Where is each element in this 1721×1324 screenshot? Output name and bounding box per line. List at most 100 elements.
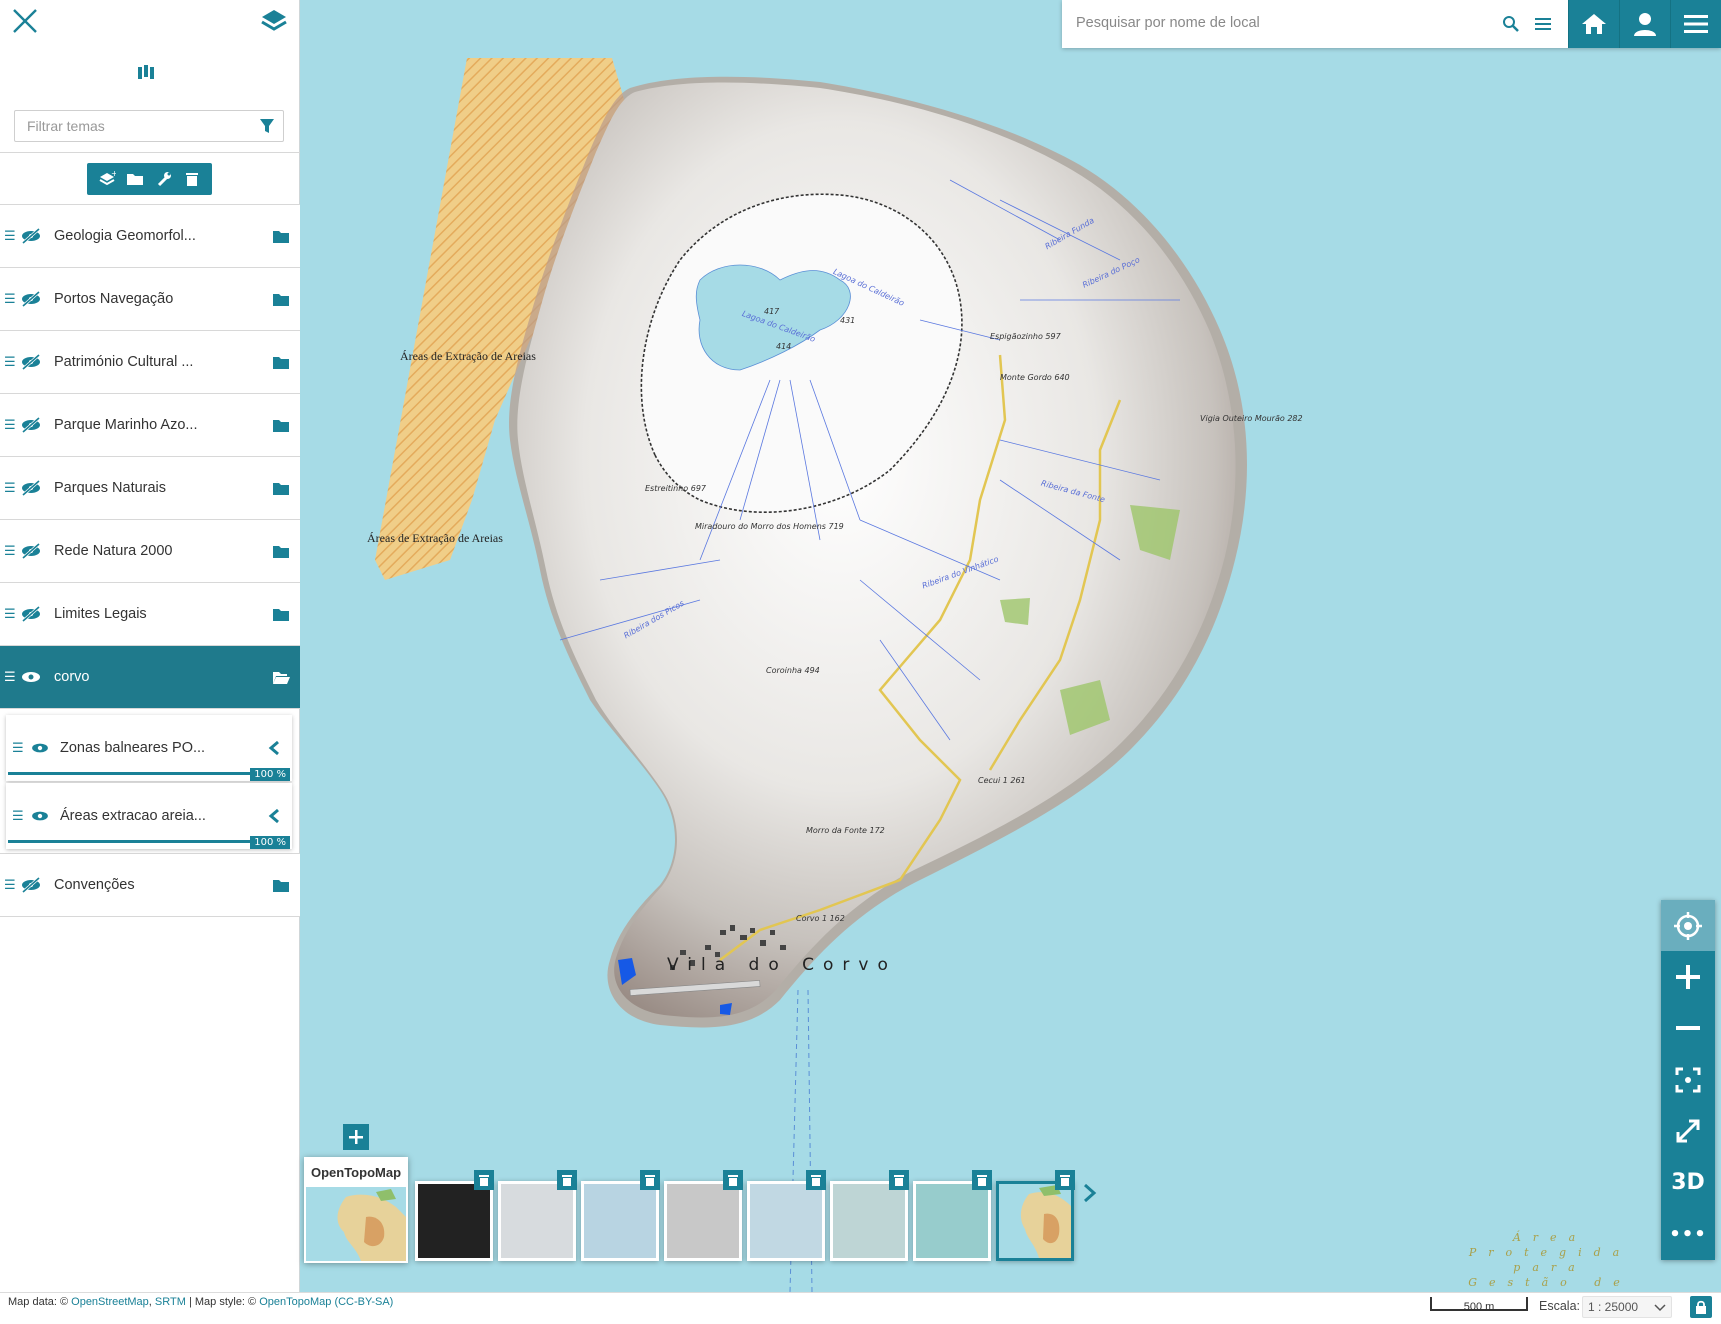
user-button[interactable] <box>1619 0 1670 48</box>
folder-icon[interactable] <box>272 292 290 307</box>
folder-open-icon[interactable] <box>272 670 290 685</box>
eye-icon[interactable] <box>20 669 42 685</box>
divider <box>0 152 300 153</box>
delete-basemap-button[interactable] <box>723 1170 743 1190</box>
layers-icon[interactable] <box>259 6 289 36</box>
eye-hidden-icon[interactable] <box>20 417 42 433</box>
delete-basemap-button[interactable] <box>889 1170 909 1190</box>
opentopomap-link[interactable]: OpenTopoMap <box>259 1296 331 1308</box>
basemap-thumbnail-gray[interactable] <box>664 1170 743 1261</box>
map-icon[interactable] <box>137 64 155 80</box>
drag-handle-icon[interactable]: ☰ <box>4 292 16 305</box>
eye-icon[interactable] <box>30 741 50 755</box>
zoom-out-button[interactable] <box>1661 1003 1715 1054</box>
more-button[interactable]: ••• <box>1661 1208 1715 1259</box>
layer-group-item[interactable]: ☰ Portos Navegação <box>0 268 300 331</box>
drag-handle-icon[interactable]: ☰ <box>12 741 24 754</box>
zoom-extent-button[interactable] <box>1661 1054 1715 1105</box>
search-input[interactable] <box>1062 0 1482 46</box>
folder-icon[interactable] <box>272 355 290 370</box>
eye-icon[interactable] <box>30 809 50 823</box>
srtm-link[interactable]: SRTM <box>155 1296 186 1308</box>
delete-basemap-button[interactable] <box>557 1170 577 1190</box>
lock-icon <box>1696 1300 1706 1314</box>
chevron-left-icon[interactable] <box>268 740 280 756</box>
fullscreen-button[interactable] <box>1661 1106 1715 1157</box>
sublayer-item[interactable]: ☰ Zonas balneares PO... 100 % <box>6 715 292 781</box>
drag-handle-icon[interactable]: ☰ <box>4 670 16 683</box>
basemap-thumbnail-teal[interactable] <box>913 1170 992 1261</box>
chevron-left-icon[interactable] <box>268 808 280 824</box>
drag-handle-icon[interactable]: ☰ <box>4 481 16 494</box>
basemap-name: OpenTopoMap <box>310 1165 402 1180</box>
scale-select[interactable]: 1 : 25000 <box>1582 1296 1672 1318</box>
layer-group-item[interactable]: ☰ Rede Natura 2000 <box>0 520 300 583</box>
add-folder-button[interactable] <box>124 168 146 190</box>
delete-button[interactable] <box>181 168 203 190</box>
drag-handle-icon[interactable]: ☰ <box>12 809 24 822</box>
tools-button[interactable] <box>153 168 175 190</box>
layer-group-item[interactable]: ☰ Património Cultural ... <box>0 331 300 394</box>
folder-icon[interactable] <box>272 481 290 496</box>
delete-basemap-button[interactable] <box>972 1170 992 1190</box>
basemap-thumbnail-light[interactable] <box>498 1170 577 1261</box>
eye-hidden-icon[interactable] <box>20 480 42 496</box>
search-icon[interactable] <box>1502 15 1520 33</box>
zoom-in-button[interactable] <box>1661 951 1715 1002</box>
eye-hidden-icon[interactable] <box>20 291 42 307</box>
search-box[interactable] <box>1062 0 1568 48</box>
layer-group-item[interactable]: ☰ Limites Legais <box>0 583 300 646</box>
delete-basemap-button[interactable] <box>806 1170 826 1190</box>
3d-button[interactable]: 3D <box>1661 1157 1715 1208</box>
locate-button[interactable] <box>1661 900 1715 952</box>
folder-icon[interactable] <box>272 607 290 622</box>
layer-group-item[interactable]: ☰ Parques Naturais <box>0 457 300 520</box>
add-layer-button[interactable]: + <box>96 168 118 190</box>
osm-link[interactable]: OpenStreetMap <box>71 1296 149 1308</box>
drag-handle-icon[interactable]: ☰ <box>4 607 16 620</box>
basemap-thumbnail-blue[interactable] <box>581 1170 660 1261</box>
basemap-thumbnail-teal-light[interactable] <box>830 1170 909 1261</box>
eye-hidden-icon[interactable] <box>20 543 42 559</box>
folder-icon[interactable] <box>272 544 290 559</box>
drag-handle-icon[interactable]: ☰ <box>4 355 16 368</box>
chevron-right-icon[interactable] <box>1082 1182 1098 1204</box>
basemap-thumbnail-selected[interactable] <box>996 1170 1075 1261</box>
lock-button[interactable] <box>1690 1296 1712 1318</box>
basemap-thumbnail-pale[interactable] <box>747 1170 826 1261</box>
eye-hidden-icon[interactable] <box>20 228 42 244</box>
home-button[interactable] <box>1568 0 1619 48</box>
delete-basemap-button[interactable] <box>1055 1170 1075 1190</box>
current-basemap[interactable]: OpenTopoMap <box>304 1157 408 1263</box>
drag-handle-icon[interactable]: ☰ <box>4 418 16 431</box>
delete-basemap-button[interactable] <box>640 1170 660 1190</box>
basemap-thumbnail-dark[interactable] <box>415 1170 494 1261</box>
folder-icon[interactable] <box>272 418 290 433</box>
opacity-slider[interactable] <box>8 772 256 775</box>
eye-hidden-icon[interactable] <box>20 877 42 893</box>
license-link[interactable]: (CC-BY-SA) <box>334 1296 393 1308</box>
drag-handle-icon[interactable]: ☰ <box>4 229 16 242</box>
filter-icon[interactable] <box>259 118 275 134</box>
map-canvas[interactable]: Áreas de Extração de Areias Áreas de Ext… <box>300 0 1721 1292</box>
close-icon[interactable] <box>10 6 40 36</box>
list-icon[interactable] <box>1534 16 1552 32</box>
layer-group-item[interactable]: ☰ Convenções <box>0 854 300 917</box>
filter-field[interactable] <box>14 110 284 142</box>
attribution-text: Map data: © <box>8 1296 72 1308</box>
sublayer-item[interactable]: ☰ Áreas extracao areia... 100 % <box>6 783 292 849</box>
eye-hidden-icon[interactable] <box>20 606 42 622</box>
layer-group-item[interactable]: ☰ Parque Marinho Azo... <box>0 394 300 457</box>
opacity-slider[interactable] <box>8 840 256 843</box>
menu-button[interactable] <box>1670 0 1721 48</box>
filter-input[interactable] <box>15 111 245 141</box>
folder-icon[interactable] <box>272 878 290 893</box>
drag-handle-icon[interactable]: ☰ <box>4 878 16 891</box>
drag-handle-icon[interactable]: ☰ <box>4 544 16 557</box>
delete-basemap-button[interactable] <box>474 1170 494 1190</box>
layer-group-item[interactable]: ☰ Geologia Geomorfol... <box>0 205 300 268</box>
eye-hidden-icon[interactable] <box>20 354 42 370</box>
add-basemap-button[interactable] <box>343 1124 369 1150</box>
layer-group-active[interactable]: ☰ corvo <box>0 646 300 709</box>
folder-icon[interactable] <box>272 229 290 244</box>
